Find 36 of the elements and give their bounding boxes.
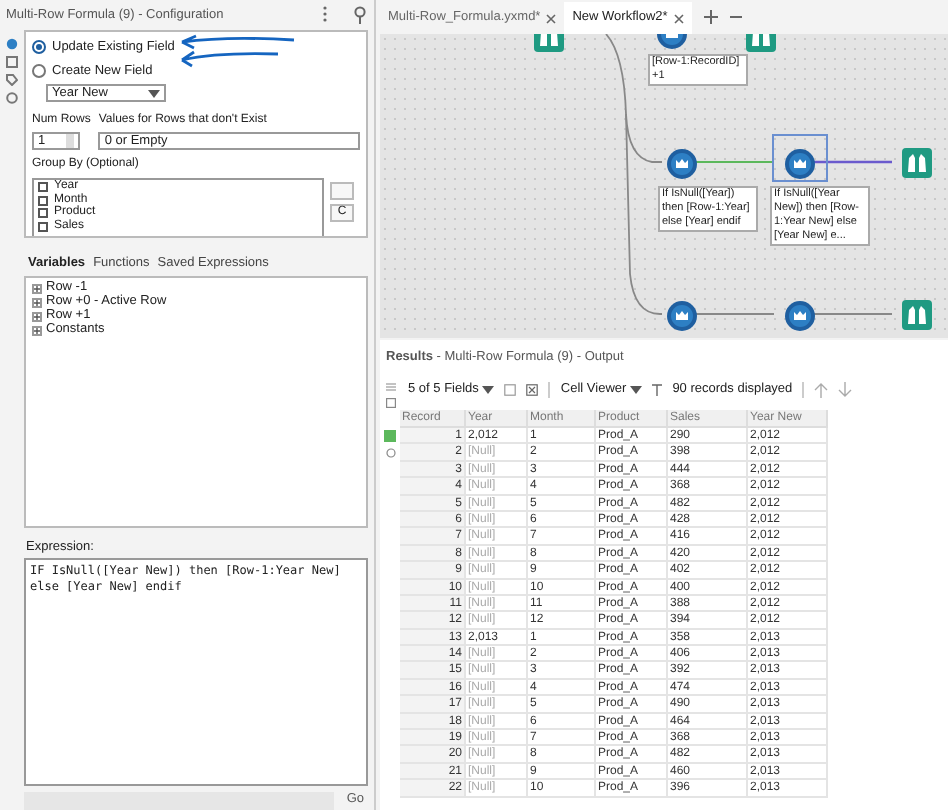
- binoculars-icon[interactable]: [902, 148, 932, 178]
- caret-icon: [148, 89, 160, 98]
- minus-icon[interactable]: [729, 16, 742, 18]
- more-icon[interactable]: [322, 6, 328, 23]
- checkbox-icon[interactable]: [504, 384, 517, 396]
- connector-line: [695, 161, 775, 163]
- binoculars-icon[interactable]: [902, 300, 932, 330]
- selection-frame: [772, 134, 828, 182]
- clock-icon[interactable]: [385, 448, 395, 458]
- close-icon[interactable]: [673, 13, 684, 23]
- tool-icon[interactable]: [666, 300, 698, 332]
- checkbox[interactable]: [38, 195, 48, 205]
- expand-icon[interactable]: [32, 325, 42, 335]
- plus-icon[interactable]: [703, 10, 718, 24]
- tool-icon[interactable]: [784, 300, 816, 332]
- checkbox[interactable]: [38, 208, 48, 218]
- expand-icon[interactable]: [32, 283, 42, 293]
- expand-icon[interactable]: [32, 311, 42, 321]
- checkbox[interactable]: [38, 182, 48, 192]
- connector-line: [810, 160, 892, 164]
- tool-icon[interactable]: [784, 148, 816, 180]
- tag-icon[interactable]: [6, 73, 18, 86]
- text-icon[interactable]: [652, 384, 663, 396]
- radio-button[interactable]: [32, 63, 46, 78]
- checkbox[interactable]: [38, 221, 48, 231]
- close-icon[interactable]: [546, 13, 557, 23]
- expand-icon[interactable]: [32, 297, 42, 307]
- arrow-annotation-drawing: [178, 33, 298, 68]
- clock-icon[interactable]: [6, 91, 18, 104]
- close-icon[interactable]: [526, 384, 539, 396]
- radio-button[interactable]: [32, 40, 46, 55]
- caret-icon: [482, 386, 495, 394]
- pin-icon[interactable]: [352, 5, 368, 24]
- table-icon[interactable]: [385, 398, 395, 408]
- tool-icon[interactable]: [666, 148, 698, 180]
- caret-icon: [630, 386, 643, 394]
